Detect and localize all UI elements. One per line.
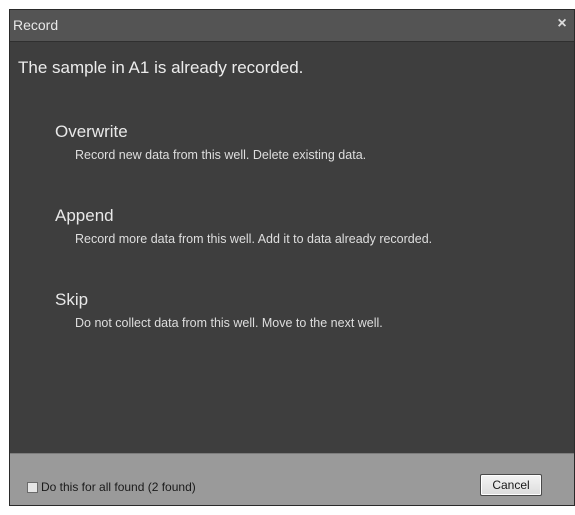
record-dialog: Record × The sample in A1 is already rec… — [9, 9, 575, 506]
option-append[interactable]: Append Record more data from this well. … — [55, 206, 555, 246]
title-bar[interactable]: Record × — [10, 10, 574, 42]
option-append-title[interactable]: Append — [55, 206, 555, 226]
option-overwrite-description: Record new data from this well. Delete e… — [75, 148, 367, 162]
dialog-footer: Do this for all found (2 found) Cancel — [10, 453, 574, 505]
cancel-button[interactable]: Cancel — [480, 474, 542, 496]
apply-to-all-checkbox[interactable] — [27, 481, 38, 493]
option-skip-description: Do not collect data from this well. Move… — [75, 316, 383, 330]
dialog-title: Record — [13, 17, 59, 33]
message-text: The sample in A1 is already recorded. — [18, 58, 304, 77]
option-overwrite-title[interactable]: Overwrite — [55, 122, 555, 142]
option-skip[interactable]: Skip Do not collect data from this well.… — [55, 290, 555, 330]
apply-to-all-label[interactable]: Do this for all found (2 found) — [41, 480, 196, 494]
close-icon[interactable]: × — [554, 15, 570, 33]
option-append-description: Record more data from this well. Add it … — [75, 232, 433, 246]
option-overwrite[interactable]: Overwrite Record new data from this well… — [55, 122, 555, 162]
apply-to-all-option[interactable]: Do this for all found (2 found) — [27, 480, 196, 494]
option-skip-title[interactable]: Skip — [55, 290, 555, 310]
